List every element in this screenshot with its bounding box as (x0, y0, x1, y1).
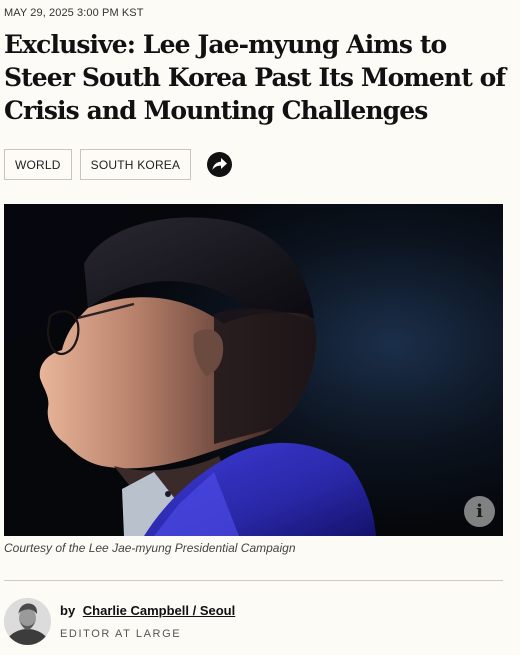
tag-south-korea[interactable]: SOUTH KOREA (79, 149, 192, 180)
author-name-link[interactable]: Charlie Campbell / Seoul (83, 603, 235, 618)
author-avatar[interactable] (4, 598, 51, 645)
author-photo (4, 598, 51, 645)
author-role: EDITOR AT LARGE (60, 628, 182, 640)
byline-divider (4, 580, 503, 581)
image-info-button[interactable]: i (464, 496, 495, 527)
article-headline: Exclusive: Lee Jae-myung Aims to Steer S… (4, 30, 506, 125)
image-caption: Courtesy of the Lee Jae-myung Presidenti… (4, 541, 296, 555)
info-icon: i (476, 500, 483, 522)
tag-world[interactable]: WORLD (4, 149, 72, 180)
tag-list: WORLD SOUTH KOREA (4, 149, 233, 180)
article-photo: i (4, 204, 503, 536)
share-arrow-icon (212, 158, 228, 170)
article-timestamp: MAY 29, 2025 3:00 PM KST (4, 7, 144, 19)
portrait-image (4, 204, 503, 536)
share-button[interactable] (207, 152, 233, 177)
byline-prefix: by (60, 603, 76, 618)
author-byline: by Charlie Campbell / Seoul (60, 603, 235, 618)
